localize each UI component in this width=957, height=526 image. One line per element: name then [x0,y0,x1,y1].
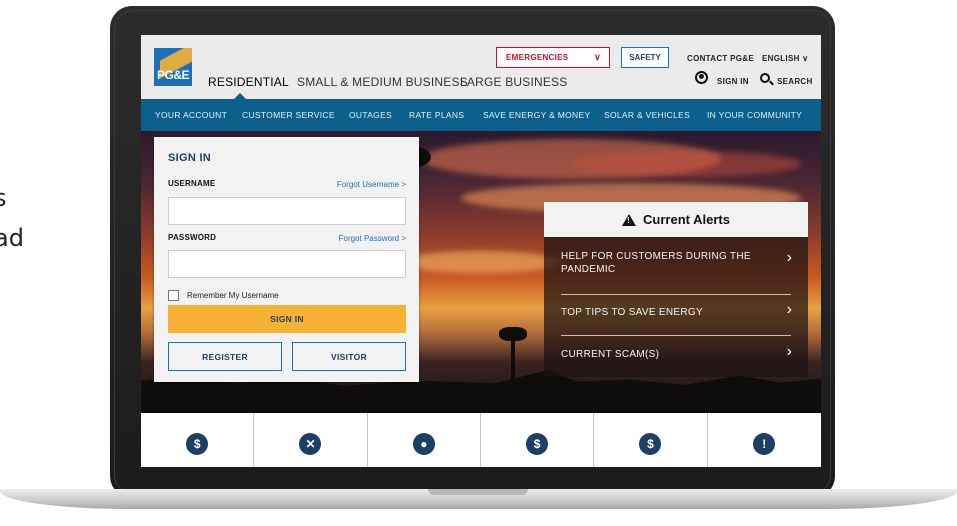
alerts-title: Current Alerts [643,212,730,227]
subnav-customer-service[interactable]: CUSTOMER SERVICE [242,110,335,120]
password-field[interactable] [168,250,406,278]
search-icon[interactable] [760,73,770,83]
quick-link-outage[interactable]: ✕ [254,413,368,467]
subnav-outages[interactable]: OUTAGES [349,110,392,120]
register-button[interactable]: REGISTER [168,342,282,371]
background-text-line-2: ad [0,224,24,252]
language-selector[interactable]: ENGLISH ∨ [762,54,808,63]
signin-title: SIGN IN [168,152,212,164]
quick-link-energy-tips[interactable]: ● [368,413,481,467]
alerts-header: Current Alerts [544,202,808,237]
chevron-down-icon: ∨ [594,52,601,62]
dollar-icon: $ [186,433,209,455]
forgot-username-link[interactable]: Forgot Username > [337,180,406,189]
pge-logo[interactable]: PG&E [154,48,192,86]
signin-submit-button[interactable]: SIGN IN [168,305,406,333]
remember-username: Remember My Username [168,290,279,301]
search-link[interactable]: SEARCH [777,77,813,86]
subnav-your-account[interactable]: YOUR ACCOUNT [155,110,227,120]
quick-link-safety[interactable]: ! [708,413,821,467]
password-label: PASSWORD [168,233,217,242]
remember-checkbox[interactable] [168,290,179,301]
emergencies-dropdown[interactable]: EMERGENCIES ∨ [496,47,610,68]
contact-link[interactable]: CONTACT PG&E [687,54,754,63]
subnav-save-energy[interactable]: SAVE ENERGY & MONEY [483,110,590,120]
lightbulb-icon: ● [412,433,435,455]
header-signin-link[interactable]: SIGN IN [717,77,749,86]
quick-link-assistance[interactable]: $ [481,413,595,467]
laptop-notch [428,489,528,495]
quick-link-pay-bill[interactable]: $ [141,413,255,467]
current-alerts-panel: Current Alerts HELP FOR CUSTOMERS DURING… [544,202,808,377]
subnav-rate-plans[interactable]: RATE PLANS [409,110,464,120]
quick-links-row: $ ✕ ● $ $ ! [141,413,821,467]
forgot-password-link[interactable]: Forgot Password > [339,234,406,243]
nav-residential[interactable]: RESIDENTIAL [208,75,289,89]
hand-money-icon: $ [526,433,549,455]
chevron-down-icon: ∨ [802,54,809,63]
safety-button[interactable]: SAFETY [621,47,669,68]
nav-small-medium-business[interactable]: SMALL & MEDIUM BUSINESS [297,75,468,89]
alerts-list: HELP FOR CUSTOMERS DURING THE PANDEMIC ›… [544,237,808,377]
site-header: PG&E RESIDENTIAL SMALL & MEDIUM BUSINESS… [141,35,821,100]
subnav-solar-vehicles[interactable]: SOLAR & VEHICLES [604,110,690,120]
secondary-nav: YOUR ACCOUNT CUSTOMER SERVICE OUTAGES RA… [141,99,821,131]
browser-screen: PG&E RESIDENTIAL SMALL & MEDIUM BUSINESS… [141,35,821,467]
page: s ad PG&E RESIDENTIAL SMALL & MEDIUM BUS… [0,0,957,526]
warning-icon [622,213,637,226]
visitor-button[interactable]: VISITOR [292,342,406,371]
alert-item[interactable]: TOP TIPS TO SAVE ENERGY [561,307,791,320]
alert-item[interactable]: CURRENT SCAM(S) [561,349,791,362]
no-power-icon: ✕ [299,433,322,455]
alert-item[interactable]: HELP FOR CUSTOMERS DURING THE PANDEMIC [561,251,791,276]
remember-label: Remember My Username [187,291,279,300]
nav-large-business[interactable]: LARGE BUSINESS [460,75,568,89]
background-text-line-1: s [0,184,7,212]
bill-icon: $ [639,433,662,455]
username-label: USERNAME [168,179,216,188]
username-field[interactable] [168,197,406,225]
user-icon[interactable] [695,71,708,84]
chevron-right-icon: › [786,249,792,266]
chevron-right-icon: › [786,301,792,318]
signin-card: SIGN IN USERNAME Forgot Username > PASSW… [154,137,419,382]
subnav-in-your-community[interactable]: IN YOUR COMMUNITY [707,110,802,120]
chevron-right-icon: › [786,343,792,360]
warning-icon: ! [753,433,776,455]
quick-link-bill[interactable]: $ [594,413,708,467]
